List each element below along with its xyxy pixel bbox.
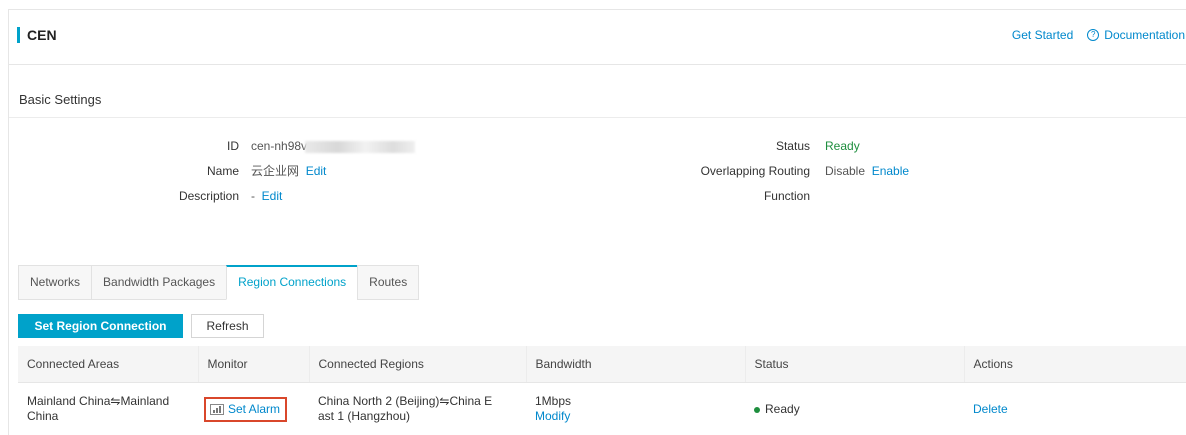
status-text: Ready [765, 401, 800, 416]
table-header-row: Connected Areas Monitor Connected Region… [18, 346, 1186, 383]
column-status: Status [745, 346, 965, 383]
set-alarm-button[interactable]: Set Alarm [204, 396, 288, 422]
tab-networks[interactable]: Networks [18, 265, 92, 300]
name-edit-link[interactable]: Edit [306, 164, 327, 178]
bar-chart-icon [210, 403, 224, 415]
page-title: CEN [27, 27, 57, 43]
description-label: Description [178, 189, 239, 203]
description-value-text: - [251, 189, 255, 203]
bandwidth-value: 1Mbps [535, 394, 572, 409]
basic-settings-title: Basic Settings [19, 92, 102, 107]
connected-areas-cell: Mainland China⇋Mainland China [18, 382, 198, 435]
connected-regions-cell: China North 2 (Beijing)⇋China E ast 1 (H… [309, 382, 526, 435]
connected-areas-line: Mainland China⇋Mainland [27, 394, 170, 409]
status-value: Ready [825, 139, 860, 153]
column-connected-regions: Connected Regions [309, 346, 527, 383]
description-value: - Edit [251, 189, 282, 203]
name-value: 云企业网 Edit [251, 164, 326, 178]
tab-bandwidth-packages[interactable]: Bandwidth Packages [91, 265, 227, 300]
region-connections-table: Connected Areas Monitor Connected Region… [18, 346, 1186, 435]
set-alarm-label: Set Alarm [228, 401, 281, 416]
overlapping-routing-label: Overlapping Routing [700, 164, 810, 178]
question-circle-icon: ? [1087, 29, 1100, 41]
tab-routes[interactable]: Routes [357, 265, 420, 300]
status-ready-dot-icon [754, 406, 760, 413]
connected-regions-line: China North 2 (Beijing)⇋China E [318, 394, 493, 409]
documentation-label: Documentation [1104, 28, 1185, 42]
title-accent-bar [17, 27, 20, 43]
name-value-text: 云企业网 [251, 164, 300, 178]
status-cell: Ready [745, 382, 964, 435]
connected-regions-line: ast 1 (Hangzhou) [318, 409, 411, 424]
page-header: CEN Get Started ? Documentation [9, 10, 1186, 65]
enable-overlapping-link[interactable]: Enable [872, 164, 909, 178]
documentation-link[interactable]: ? Documentation [1087, 28, 1185, 42]
description-edit-link[interactable]: Edit [262, 189, 283, 203]
column-connected-areas: Connected Areas [18, 346, 199, 383]
delete-link[interactable]: Delete [973, 402, 1008, 416]
section-divider [9, 117, 1186, 118]
tab-region-connections[interactable]: Region Connections [226, 265, 358, 300]
refresh-button[interactable]: Refresh [191, 314, 264, 338]
table-row: Mainland China⇋Mainland China Set Alarm … [18, 382, 1186, 435]
id-label: ID [227, 139, 239, 153]
redacted-id-mask [305, 140, 416, 153]
column-bandwidth: Bandwidth [526, 346, 746, 383]
bandwidth-cell: 1Mbps Modify [526, 382, 745, 435]
overlapping-routing-state: Disable [825, 164, 866, 178]
column-actions: Actions [964, 346, 1186, 383]
set-region-connection-button[interactable]: Set Region Connection [18, 314, 183, 338]
header-links: Get Started ? Documentation [1012, 28, 1185, 42]
column-monitor: Monitor [198, 346, 310, 383]
id-value-text: cen-nh98v [251, 139, 308, 153]
tab-bar: Networks Bandwidth Packages Region Conne… [18, 265, 420, 300]
cen-detail-panel: CEN Get Started ? Documentation Basic Se… [8, 9, 1186, 435]
overlapping-routing-value: Disable Enable [825, 164, 909, 178]
function-label: Function [763, 189, 810, 203]
status-label: Status [775, 139, 810, 153]
modify-bandwidth-link[interactable]: Modify [535, 409, 736, 424]
connected-areas-line: China [27, 409, 59, 424]
id-value: cen-nh98v [251, 139, 416, 153]
get-started-link[interactable]: Get Started [1012, 28, 1073, 42]
name-label: Name [206, 164, 239, 178]
monitor-cell: Set Alarm [198, 382, 309, 435]
actions-cell: Delete [964, 382, 1186, 435]
